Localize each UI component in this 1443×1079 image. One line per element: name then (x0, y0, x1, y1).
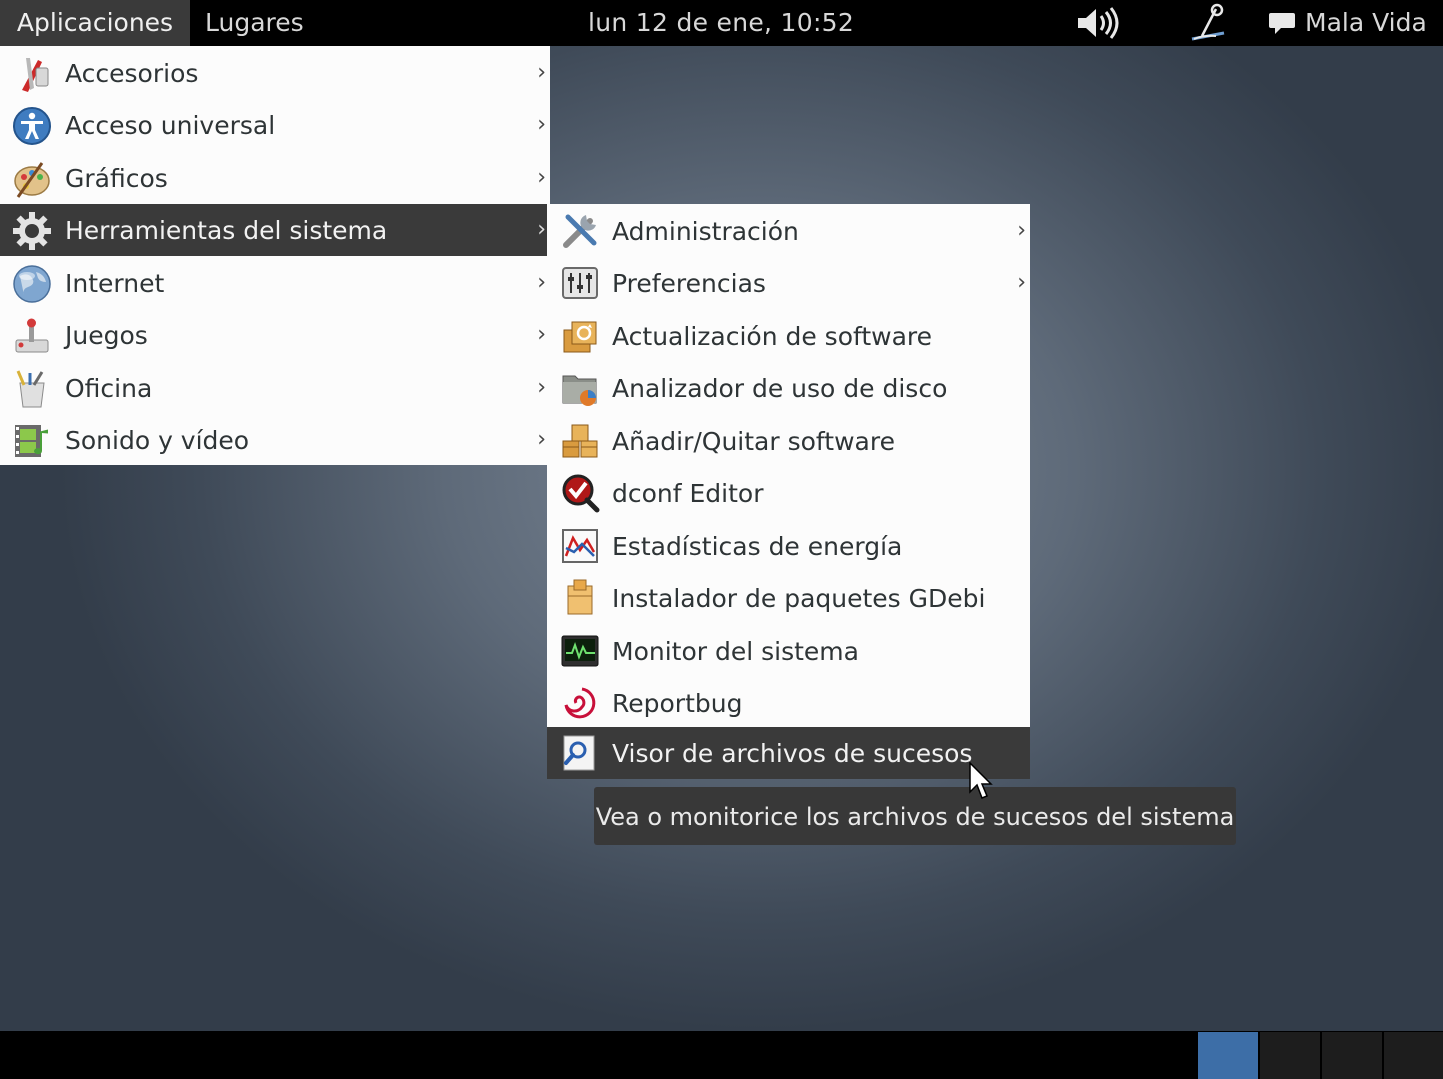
submenu-item-anadir-quitar-software[interactable]: Añadir/Quitar software (547, 415, 1030, 467)
clock[interactable]: lun 12 de ene, 10:52 (588, 0, 854, 46)
menu-item-graficos[interactable]: Gráficos › (0, 152, 550, 204)
submenu-item-label: Visor de archivos de sucesos (612, 739, 973, 768)
menu-item-accesorios[interactable]: Accesorios › (0, 47, 550, 99)
network-icon[interactable] (1188, 0, 1228, 46)
places-menu-button[interactable]: Lugares (205, 0, 304, 46)
games-icon (12, 316, 52, 356)
menu-item-label: Accesorios (65, 59, 199, 88)
menu-item-label: Herramientas del sistema (65, 216, 388, 245)
administration-icon (560, 211, 600, 251)
internet-icon (12, 264, 52, 304)
submenu-item-label: Preferencias (612, 269, 766, 298)
applications-menu-button[interactable]: Aplicaciones (0, 0, 190, 46)
submenu-item-dconf-editor[interactable]: dconf Editor (547, 467, 1030, 519)
menu-item-juegos[interactable]: Juegos › (0, 309, 550, 361)
submenu-item-label: Reportbug (612, 689, 743, 718)
system-monitor-icon (560, 631, 600, 671)
software-update-icon (560, 316, 600, 356)
submenu-item-label: Administración (612, 217, 799, 246)
menu-item-label: Sonido y vídeo (65, 426, 250, 455)
mouse-cursor-icon (969, 761, 993, 806)
office-icon (12, 369, 52, 409)
chevron-right-icon: › (537, 322, 546, 347)
bottom-panel (0, 1031, 1443, 1079)
universal-access-icon (12, 106, 52, 146)
dconf-editor-icon (560, 473, 600, 513)
submenu-item-label: dconf Editor (612, 479, 764, 508)
menu-item-label: Internet (65, 269, 165, 298)
chevron-right-icon: › (537, 427, 546, 452)
top-panel: Aplicaciones Lugares lun 12 de ene, 10:5… (0, 0, 1443, 46)
system-tools-submenu: Administración › Preferencias › Actualiz… (547, 204, 1030, 779)
chevron-right-icon: › (537, 165, 546, 190)
submenu-item-preferencias[interactable]: Preferencias › (547, 257, 1030, 309)
chevron-right-icon: › (537, 375, 546, 400)
workspace-3-button[interactable] (1322, 1032, 1382, 1079)
submenu-item-estadisticas-de-energia[interactable]: Estadísticas de energía (547, 520, 1030, 572)
log-viewer-icon (560, 733, 600, 773)
submenu-item-actualizacion-de-software[interactable]: Actualización de software (547, 310, 1030, 362)
menu-item-oficina[interactable]: Oficina › (0, 362, 550, 414)
submenu-item-visor-de-archivos-de-sucesos[interactable]: Visor de archivos de sucesos (547, 727, 1030, 779)
graphics-icon (12, 159, 52, 199)
menu-item-internet[interactable]: Internet › (0, 257, 550, 309)
submenu-item-reportbug[interactable]: Reportbug (547, 677, 1030, 729)
submenu-item-label: Monitor del sistema (612, 637, 859, 666)
reportbug-icon (560, 683, 600, 723)
menu-item-herramientas-del-sistema[interactable]: Herramientas del sistema › (0, 204, 550, 256)
submenu-item-label: Actualización de software (612, 322, 933, 351)
workspace-2-button[interactable] (1260, 1032, 1320, 1079)
workspace-1-button[interactable] (1198, 1032, 1258, 1079)
add-remove-software-icon (560, 421, 600, 461)
menu-item-label: Gráficos (65, 164, 168, 193)
menu-item-acceso-universal[interactable]: Acceso universal › (0, 99, 550, 151)
chevron-right-icon: › (537, 270, 546, 295)
applications-menu: Accesorios › Acceso universal › Gráficos (0, 46, 550, 465)
sound-video-icon (12, 421, 52, 461)
chevron-right-icon: › (537, 217, 546, 242)
submenu-item-instalador-gdebi[interactable]: Instalador de paquetes GDebi (547, 572, 1030, 624)
system-tools-icon (12, 211, 52, 251)
submenu-item-monitor-del-sistema[interactable]: Monitor del sistema (547, 625, 1030, 677)
user-menu[interactable]: Mala Vida (1305, 0, 1427, 46)
submenu-item-label: Añadir/Quitar software (612, 427, 895, 456)
chat-icon[interactable] (1268, 0, 1296, 46)
power-statistics-icon (560, 526, 600, 566)
chevron-right-icon: › (537, 60, 546, 85)
chevron-right-icon: › (537, 112, 546, 137)
submenu-item-analizador-de-uso-de-disco[interactable]: Analizador de uso de disco (547, 362, 1030, 414)
tooltip: Vea o monitorice los archivos de sucesos… (594, 787, 1236, 845)
submenu-item-administracion[interactable]: Administración › (547, 205, 1030, 257)
gdebi-icon (560, 578, 600, 618)
chevron-right-icon: › (1017, 270, 1026, 295)
menu-item-label: Oficina (65, 374, 153, 403)
submenu-item-label: Analizador de uso de disco (612, 374, 948, 403)
accessories-icon (12, 54, 52, 94)
menu-item-label: Acceso universal (65, 111, 276, 140)
preferences-icon (560, 263, 600, 303)
disk-usage-icon (560, 368, 600, 408)
workspace-4-button[interactable] (1384, 1032, 1443, 1079)
submenu-item-label: Instalador de paquetes GDebi (612, 584, 986, 613)
menu-item-sonido-y-video[interactable]: Sonido y vídeo › (0, 414, 550, 466)
chevron-right-icon: › (1017, 218, 1026, 243)
menu-item-label: Juegos (65, 321, 148, 350)
submenu-item-label: Estadísticas de energía (612, 532, 903, 561)
volume-icon[interactable] (1076, 0, 1120, 46)
